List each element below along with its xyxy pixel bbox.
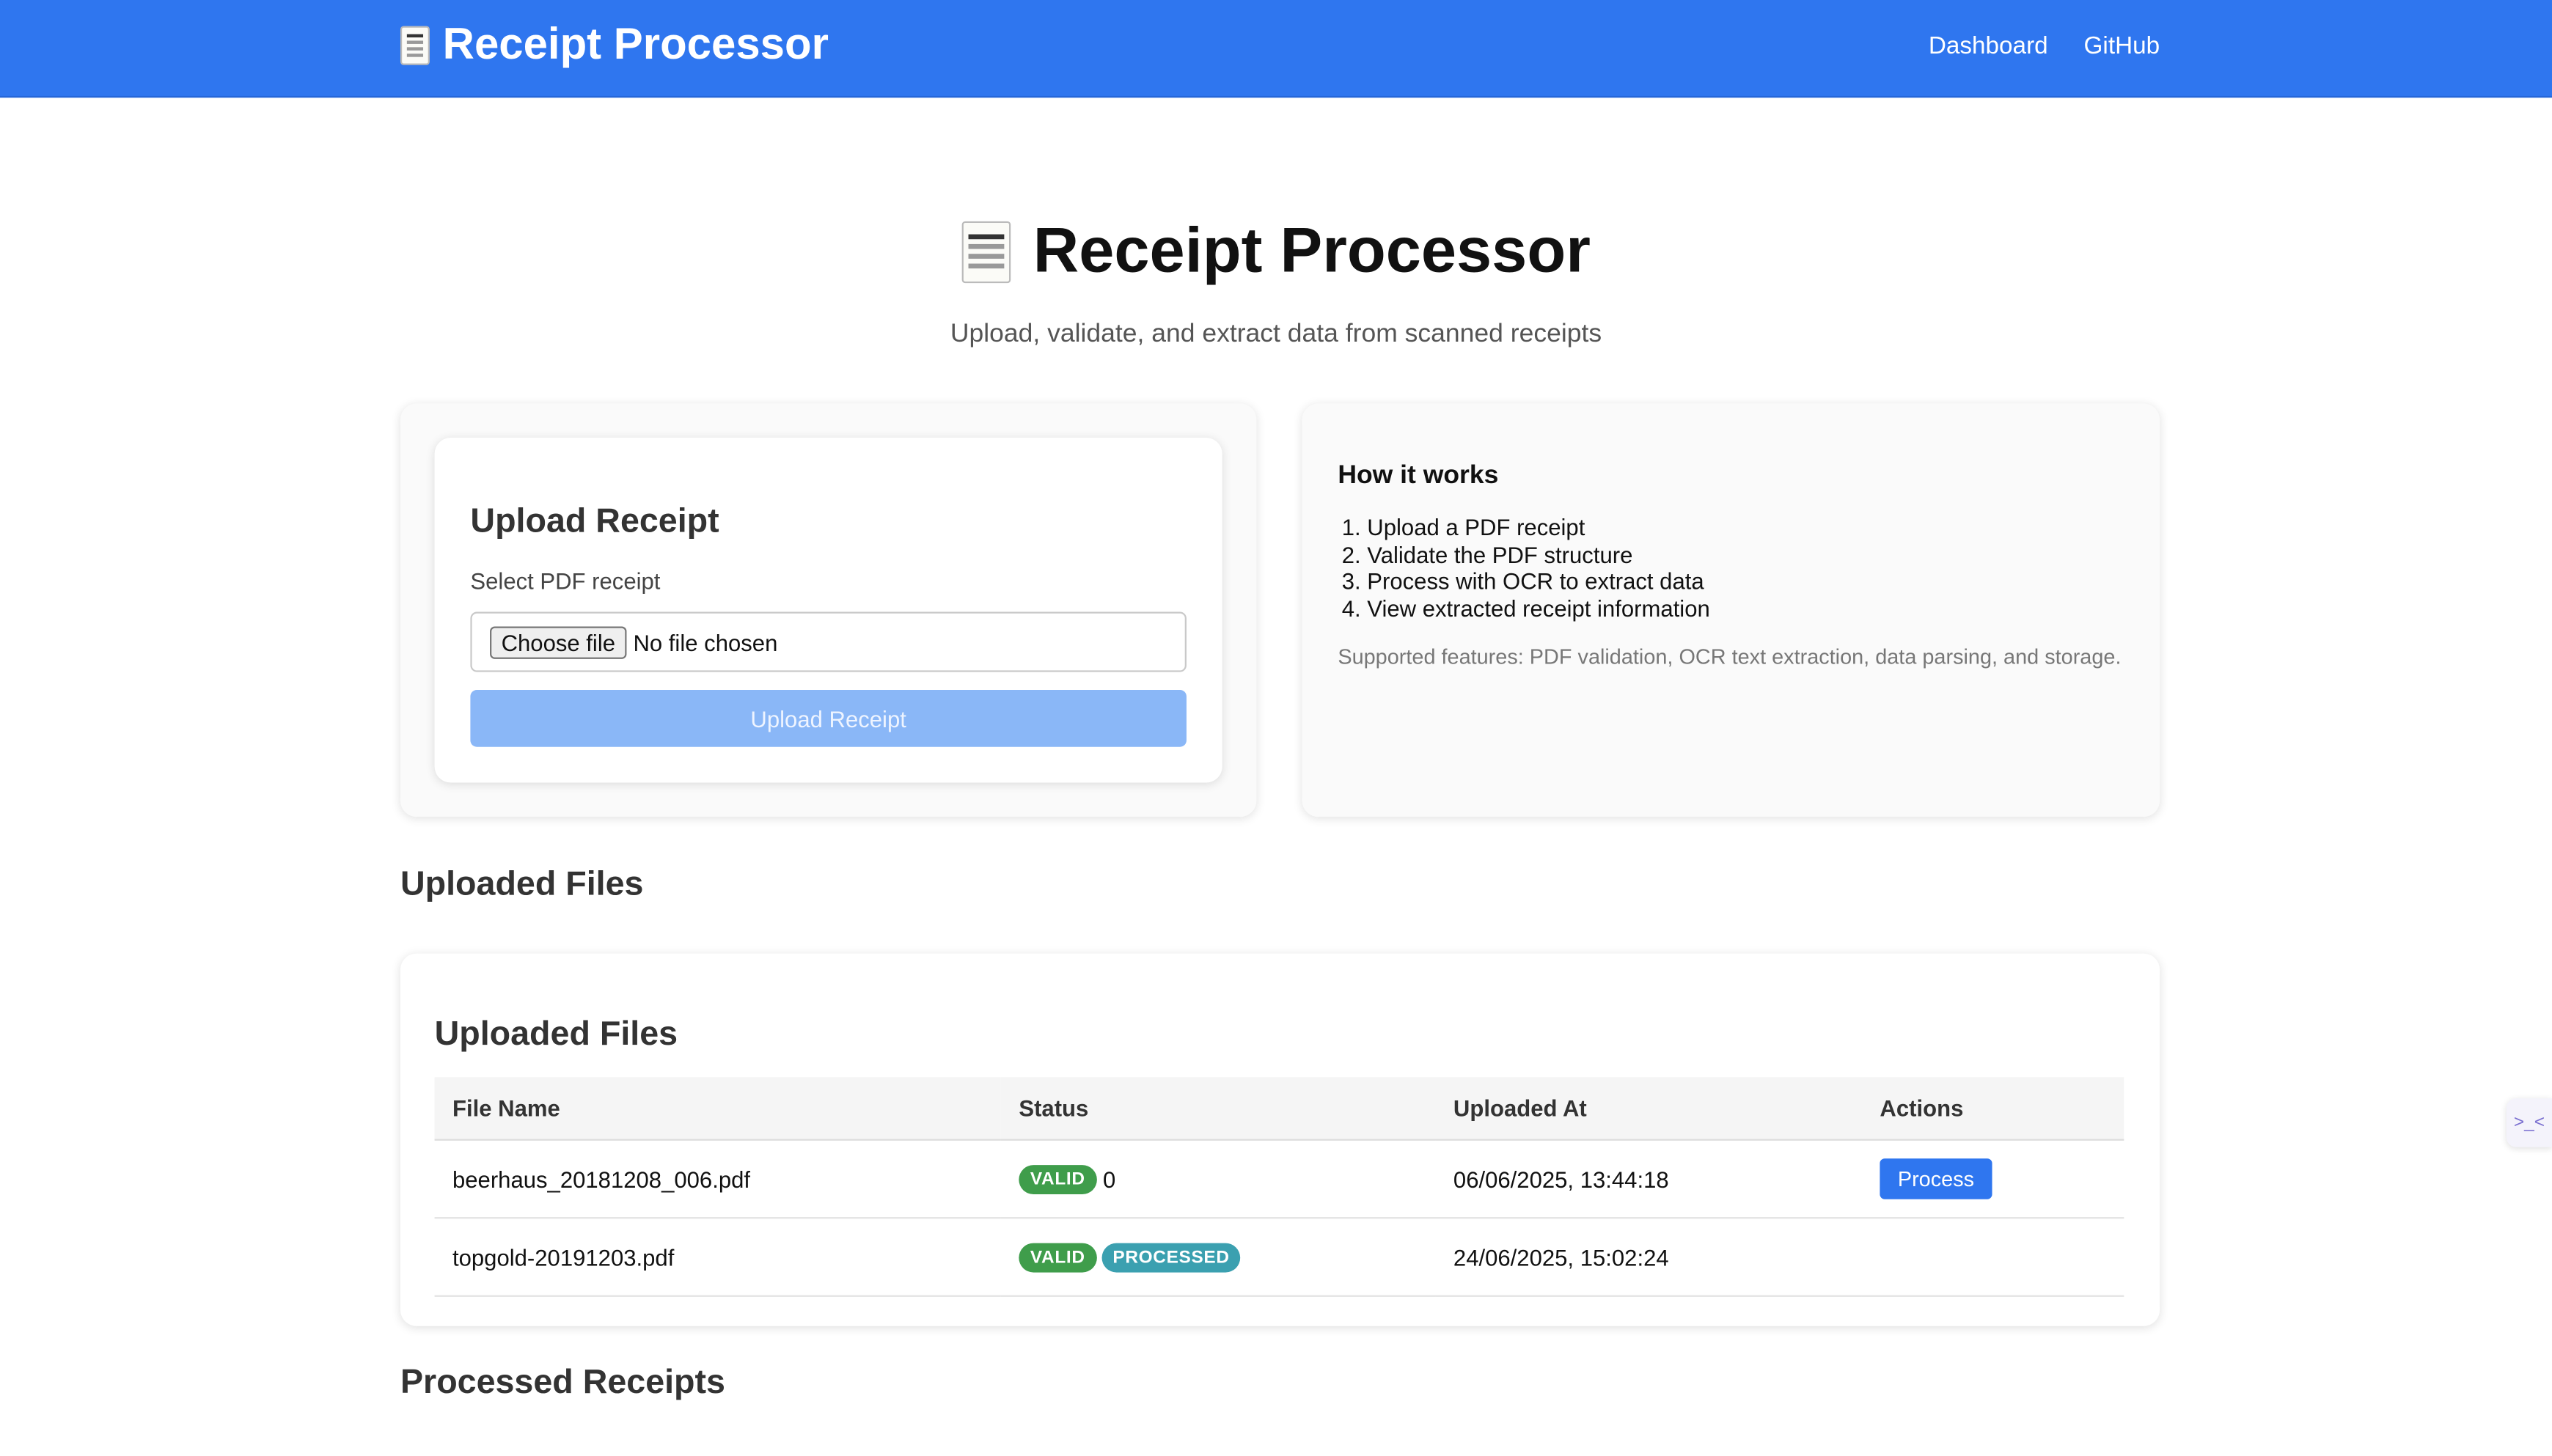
file-name-cell: beerhaus_20181208_006.pdf bbox=[434, 1139, 1001, 1219]
upload-title: Upload Receipt bbox=[470, 502, 719, 540]
processed-badge: PROCESSED bbox=[1101, 1242, 1242, 1272]
uploaded-at-cell: 24/06/2025, 15:02:24 bbox=[1435, 1218, 1862, 1297]
status-count: 0 bbox=[1103, 1166, 1116, 1193]
side-widget-tab[interactable]: >_< bbox=[2506, 1098, 2552, 1147]
supported-features: Supported features: PDF validation, OCR … bbox=[1338, 644, 2122, 669]
top-cards: Upload Receipt Select PDF receipt Choose… bbox=[400, 403, 2160, 817]
status-badge: VALID bbox=[1019, 1164, 1097, 1194]
step-item: Validate the PDF structure bbox=[1367, 541, 2124, 568]
uploaded-at-cell: 06/06/2025, 13:44:18 bbox=[1435, 1139, 1862, 1219]
status-badge: VALID bbox=[1019, 1242, 1097, 1272]
hero: Receipt Processor Upload, validate, and … bbox=[0, 216, 2552, 350]
top-navbar: Receipt Processor Dashboard GitHub bbox=[0, 0, 2552, 98]
uploaded-files-card: Uploaded Files File Name Status Uploaded… bbox=[400, 953, 2160, 1326]
upload-form: Upload Receipt Select PDF receipt Choose… bbox=[434, 438, 1222, 783]
upload-receipt-button[interactable]: Upload Receipt bbox=[470, 690, 1187, 747]
file-input[interactable]: Choose file No file chosen bbox=[470, 611, 1187, 672]
column-header: File Name bbox=[434, 1077, 1001, 1141]
page: Receipt Processor Dashboard GitHub Recei… bbox=[0, 0, 2552, 1456]
receipt-icon bbox=[961, 221, 1011, 284]
status-cell: VALID 0 bbox=[1000, 1139, 1436, 1219]
brand[interactable]: Receipt Processor bbox=[400, 20, 829, 70]
side-widget-icon: >_< bbox=[2513, 1113, 2545, 1133]
receipt-icon bbox=[400, 25, 430, 65]
page-subtitle: Upload, validate, and extract data from … bbox=[950, 320, 1602, 348]
file-field-label: Select PDF receipt bbox=[470, 567, 661, 595]
choose-file-button[interactable]: Choose file bbox=[490, 625, 627, 658]
actions-cell bbox=[1861, 1218, 2124, 1297]
process-button[interactable]: Process bbox=[1880, 1158, 1992, 1199]
uploaded-files-heading: Uploaded Files bbox=[400, 865, 644, 903]
table-header-row: File Name Status Uploaded At Actions bbox=[434, 1077, 2124, 1141]
files-table: File Name Status Uploaded At Actions bee… bbox=[434, 1077, 2124, 1297]
nav-link-github[interactable]: GitHub bbox=[2084, 32, 2160, 60]
nav-links: Dashboard GitHub bbox=[1929, 32, 2160, 60]
file-name-cell: topgold-20191203.pdf bbox=[434, 1218, 1001, 1297]
page-title: Receipt Processor bbox=[961, 216, 1591, 288]
how-it-works-title: How it works bbox=[1338, 462, 1499, 490]
step-item: Process with OCR to extract data bbox=[1367, 568, 2124, 595]
nav-link-dashboard[interactable]: Dashboard bbox=[1929, 32, 2048, 60]
column-header: Uploaded At bbox=[1435, 1077, 1862, 1141]
file-status-text: No file chosen bbox=[633, 628, 778, 655]
steps-list: Upload a PDF receipt Validate the PDF st… bbox=[1338, 514, 2124, 621]
brand-title: Receipt Processor bbox=[442, 19, 829, 69]
step-item: Upload a PDF receipt bbox=[1367, 514, 2124, 541]
status-cell: VALID PROCESSED bbox=[1000, 1218, 1436, 1297]
upload-card: Upload Receipt Select PDF receipt Choose… bbox=[400, 403, 1257, 817]
table-row: topgold-20191203.pdf VALID PROCESSED 24/0… bbox=[434, 1218, 2124, 1297]
actions-cell: Process bbox=[1861, 1139, 2124, 1219]
processed-receipts-heading: Processed Receipts bbox=[400, 1363, 725, 1401]
how-it-works-card: How it works Upload a PDF receipt Valida… bbox=[1302, 403, 2160, 817]
step-item: View extracted receipt information bbox=[1367, 595, 2124, 622]
table-row: beerhaus_20181208_006.pdf VALID 0 06/06/2… bbox=[434, 1139, 2124, 1219]
files-table-title: Uploaded Files bbox=[434, 1015, 678, 1053]
column-header: Actions bbox=[1861, 1077, 2124, 1141]
page-title-text: Receipt Processor bbox=[1033, 216, 1591, 287]
column-header: Status bbox=[1000, 1077, 1436, 1141]
